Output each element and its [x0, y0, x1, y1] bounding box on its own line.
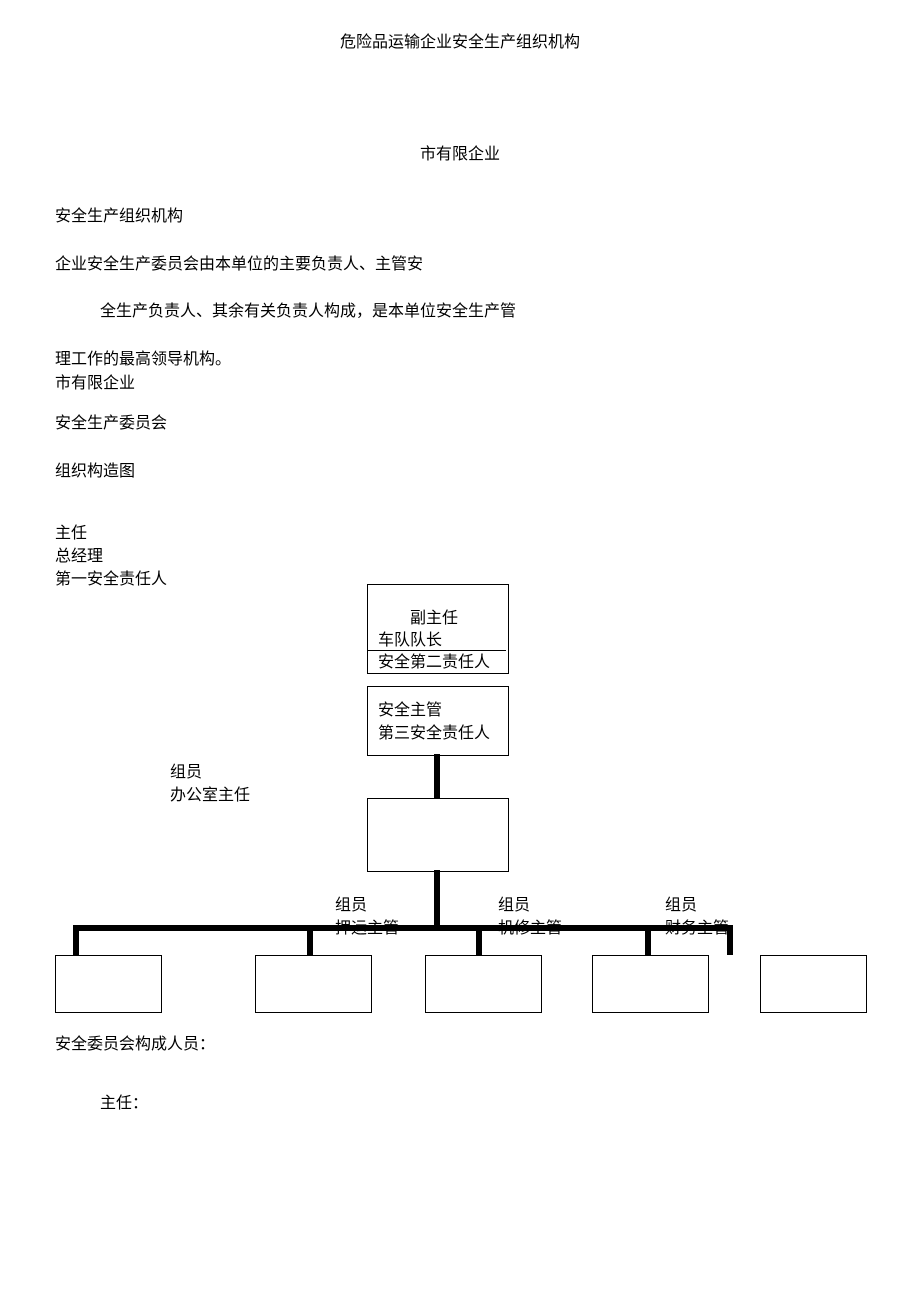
org-box-bottom-3 [425, 955, 542, 1013]
org-box-bottom-2 [255, 955, 372, 1013]
org-box-bottom-4 [592, 955, 709, 1013]
org-member-finance-line1: 组员 [665, 895, 697, 917]
connector-drop-1 [73, 925, 79, 955]
org-member-office-line2: 办公室主任 [170, 785, 250, 807]
connector-drop-4 [645, 925, 651, 955]
connector-vertical-lower [434, 870, 440, 929]
page-header-title: 危险品运输企业安全生产组织机构 [0, 28, 920, 52]
org-member-escort-line1: 组员 [335, 895, 367, 917]
org-box-deputy-line1: 副主任 [410, 608, 458, 630]
org-box-bottom-1 [55, 955, 162, 1013]
org-box-safety-line2: 第三安全责任人 [378, 723, 490, 745]
director-role: 总经理 [55, 545, 103, 569]
page-subtitle: 市有限企业 [0, 140, 920, 164]
connector-drop-2 [307, 925, 313, 955]
director-responsibility: 第一安全责任人 [55, 568, 167, 592]
org-member-office-line1: 组员 [170, 762, 202, 784]
director-label: 主任 [55, 522, 87, 546]
paragraph-line: 市有限企业 [55, 372, 135, 396]
org-box-deputy-line2: 车队队长 [378, 630, 442, 652]
connector-drop-5 [727, 925, 733, 955]
document-page: 危险品运输企业安全生产组织机构 市有限企业 安全生产组织机构 企业安全生产委员会… [0, 0, 920, 1303]
org-box-bottom-5 [760, 955, 867, 1013]
committee-members-heading: 安全委员会构成人员： [55, 1033, 215, 1057]
org-box-deputy-line3: 安全第二责任人 [378, 652, 490, 674]
paragraph-line: 组织构造图 [55, 460, 135, 484]
org-box-underline [368, 650, 506, 651]
director-field-label: 主任： [100, 1092, 148, 1116]
paragraph-line: 企业安全生产委员会由本单位的主要负责人、主管安 [55, 253, 423, 277]
connector-horizontal-bus [73, 925, 733, 931]
paragraph-line-indent: 全生产负责人、其余有关负责人构成，是本单位安全生产管 [100, 300, 516, 324]
org-box-empty-middle [367, 798, 509, 872]
org-box-safety-line1: 安全主管 [378, 700, 442, 722]
org-member-mechanic-line1: 组员 [498, 895, 530, 917]
paragraph-line: 理工作的最高领导机构。 [55, 348, 231, 372]
paragraph-line: 安全生产委员会 [55, 412, 167, 436]
connector-drop-3 [476, 925, 482, 955]
paragraph-heading: 安全生产组织机构 [55, 205, 183, 229]
connector-vertical [434, 754, 440, 798]
